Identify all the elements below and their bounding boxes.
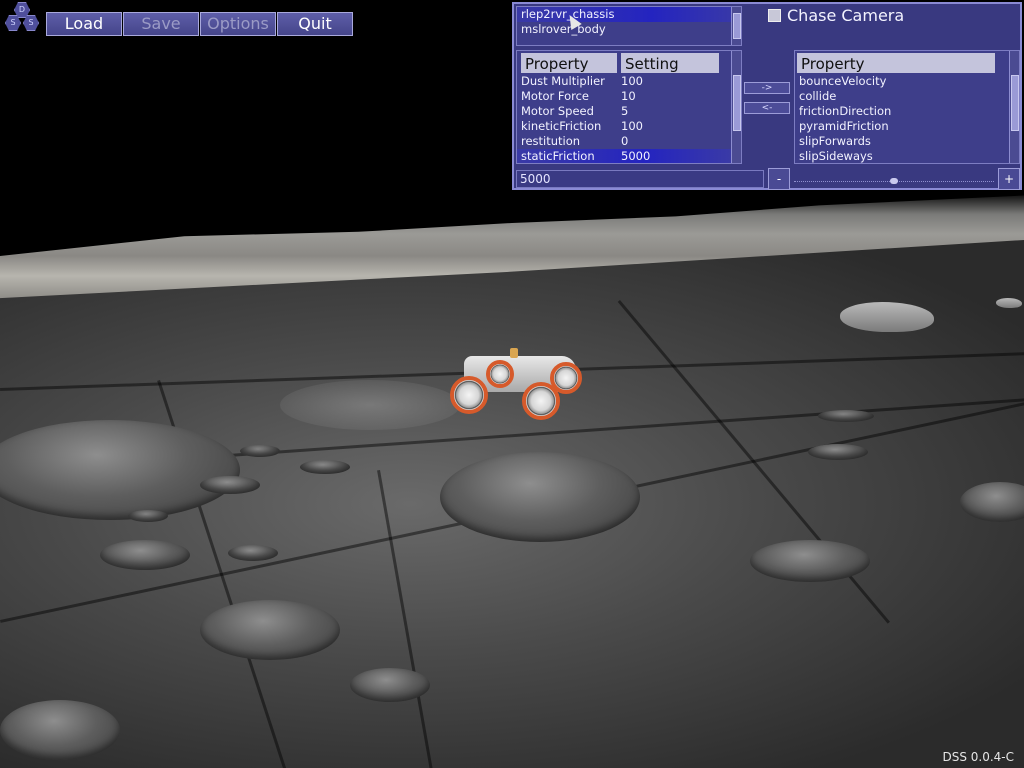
crater [750,540,870,582]
available-property-item[interactable]: bounceVelocity [795,74,1009,89]
version-label: DSS 0.0.4-C [942,750,1014,764]
property-row[interactable]: Motor Speed 5 [517,104,731,119]
decrement-button[interactable]: - [768,168,790,190]
property-setting: 100 [621,74,643,88]
property-row[interactable]: staticFriction 5000 [517,149,731,163]
dust-cloud [280,380,460,430]
chase-camera-checkbox[interactable] [768,9,781,22]
available-property-item[interactable]: collide [795,89,1009,104]
property-name: Motor Force [521,89,590,103]
chase-camera-toggle[interactable]: Chase Camera [768,6,904,25]
property-row[interactable]: kineticFriction 100 [517,119,731,134]
crater [228,545,278,561]
crater [440,452,640,542]
property-setting: 5000 [621,149,651,163]
column-header-property[interactable]: Property [797,53,995,73]
rover-mast [510,348,518,358]
object-list-scrollbar[interactable] [731,7,741,45]
load-button[interactable]: Load [46,12,122,36]
crater [300,460,350,474]
column-header-setting[interactable]: Setting [621,53,719,73]
quit-button[interactable]: Quit [277,12,353,36]
chase-camera-label: Chase Camera [787,6,905,25]
assigned-properties-table[interactable]: Property Setting Dust Multiplier 100 Motor… [516,50,742,164]
remove-property-button[interactable]: <- [744,102,790,114]
increment-button[interactable]: + [998,168,1020,190]
property-setting: 0 [621,134,629,148]
property-name: Motor Speed [521,104,594,118]
boulder [996,298,1022,308]
object-list[interactable]: rlep2rvr_chassis mslrover_body [516,6,742,46]
crater [128,510,168,522]
save-button[interactable]: Save [123,12,199,36]
slider-thumb[interactable] [890,178,898,184]
boulder [840,302,934,332]
scrollbar-thumb[interactable] [733,75,741,131]
property-row[interactable]: Dust Multiplier 100 [517,74,731,89]
crater [240,445,280,457]
property-name: kineticFriction [521,119,602,133]
available-property-item[interactable]: slipForwards [795,134,1009,149]
property-setting: 100 [621,119,643,133]
property-setting: 10 [621,89,636,103]
add-property-button[interactable]: -> [744,82,790,94]
scrollbar-thumb[interactable] [1011,75,1019,131]
property-row[interactable]: Motor Force 10 [517,89,731,104]
main-toolbar: Load Save Options Quit [46,12,353,36]
property-name: staticFriction [521,149,595,163]
available-list-scrollbar[interactable] [1009,51,1019,163]
value-slider[interactable] [794,175,994,184]
crater [100,540,190,570]
object-list-item[interactable]: mslrover_body [517,22,741,37]
properties-table-scrollbar[interactable] [731,51,741,163]
dss-logo: D S S [2,2,42,34]
rover[interactable] [446,346,590,426]
property-value-field[interactable]: 5000 [516,170,764,188]
property-name: Dust Multiplier [521,74,605,88]
property-row[interactable]: restitution 0 [517,134,731,149]
available-property-item[interactable]: frictionDirection [795,104,1009,119]
scrollbar-thumb[interactable] [733,13,741,39]
property-name: restitution [521,134,581,148]
crater [350,668,430,702]
crater [0,700,120,760]
available-properties-list[interactable]: Property bounceVelocity collide frictionDi… [794,50,1020,164]
column-header-property[interactable]: Property [521,53,617,73]
rover-wheel [450,376,488,414]
property-setting: 5 [621,104,629,118]
crater [808,444,868,460]
rover-wheel [550,362,582,394]
rover-wheel [486,360,514,388]
available-property-item[interactable]: pyramidFriction [795,119,1009,134]
object-list-item[interactable]: rlep2rvr_chassis [517,7,741,22]
options-button[interactable]: Options [200,12,276,36]
crater [818,410,874,422]
physics-properties-panel: rlep2rvr_chassis mslrover_body Chase Cam… [512,2,1022,190]
crater [200,600,340,660]
available-property-item[interactable]: slipSideways [795,149,1009,163]
crater [200,476,260,494]
